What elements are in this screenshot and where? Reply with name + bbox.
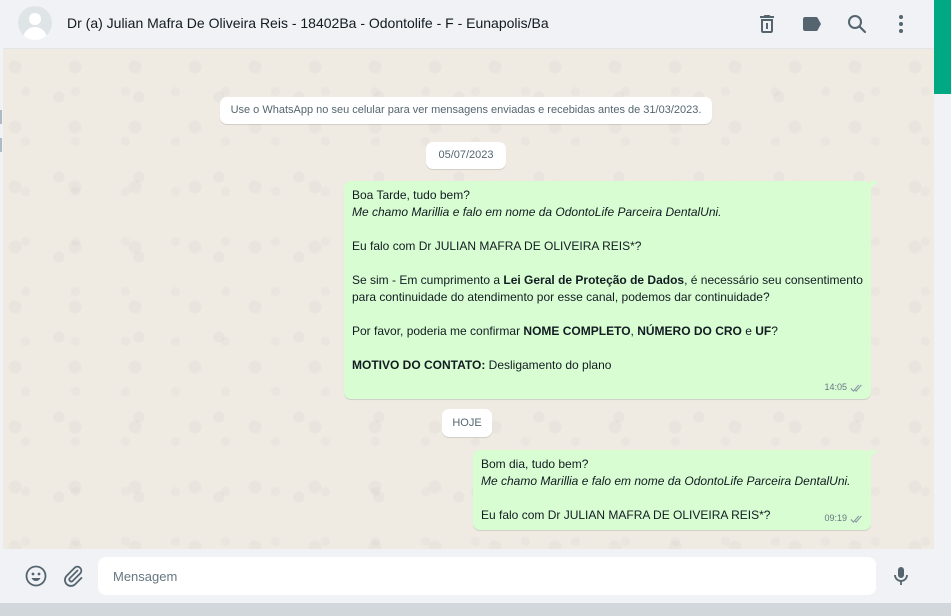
message-text: Boa Tarde, tudo bem?: [352, 188, 470, 202]
double-check-icon: [850, 384, 862, 392]
emoji-icon[interactable]: [24, 564, 48, 588]
outgoing-message[interactable]: Bom dia, tudo bem? Me chamo Marillia e f…: [473, 450, 878, 530]
side-panel-strip: [934, 0, 951, 616]
encryption-notice: Use o WhatsApp no seu celular para ver m…: [220, 97, 712, 124]
microphone-icon[interactable]: [889, 564, 913, 588]
message-time: 14:05: [824, 382, 847, 392]
message-input[interactable]: [98, 557, 876, 595]
compose-bar: [3, 549, 934, 603]
message-text: Eu falo com Dr JULIAN MAFRA DE OLIVEIRA …: [481, 508, 771, 522]
chat-title[interactable]: Dr (a) Julian Mafra De Oliveira Reis - 1…: [67, 15, 549, 31]
chat-header[interactable]: Dr (a) Julian Mafra De Oliveira Reis - 1…: [3, 0, 934, 49]
message-text: Se sim - Em cumprimento a Lei Geral de P…: [352, 273, 863, 304]
chat-messages[interactable]: Use o WhatsApp no seu celular para ver m…: [3, 49, 934, 549]
accent-bar: [934, 0, 951, 94]
message-text: Bom dia, tudo bem?: [481, 457, 589, 471]
message-text: Me chamo Marillia e falo em nome da Odon…: [352, 205, 722, 219]
message-text: MOTIVO DO CONTATO: Desligamento do plano: [352, 358, 612, 372]
search-icon[interactable]: [845, 12, 869, 36]
bubble-tail: [870, 181, 878, 189]
message-meta: 14:05: [824, 379, 864, 396]
message-time: 09:19: [824, 513, 847, 523]
left-panel-marker: [0, 110, 2, 124]
date-separator: HOJE: [442, 409, 492, 437]
window-bottom-bar: [0, 603, 951, 616]
label-icon[interactable]: [800, 12, 824, 36]
left-panel-marker: [0, 138, 2, 152]
message-meta: 09:19: [824, 510, 864, 527]
bubble-tail: [870, 450, 878, 458]
date-separator: 05/07/2023: [426, 142, 506, 169]
trash-icon[interactable]: [755, 12, 779, 36]
attach-icon[interactable]: [61, 564, 85, 588]
menu-icon[interactable]: [889, 12, 913, 36]
message-text: Eu falo com Dr JULIAN MAFRA DE OLIVEIRA …: [352, 239, 642, 253]
message-text: Me chamo Marillia e falo em nome da Odon…: [481, 474, 851, 488]
message-text: Por favor, poderia me confirmar NOME COM…: [352, 324, 778, 338]
avatar[interactable]: [18, 6, 52, 40]
outgoing-message[interactable]: Boa Tarde, tudo bem? Me chamo Marillia e…: [344, 181, 878, 399]
double-check-icon: [850, 515, 862, 523]
